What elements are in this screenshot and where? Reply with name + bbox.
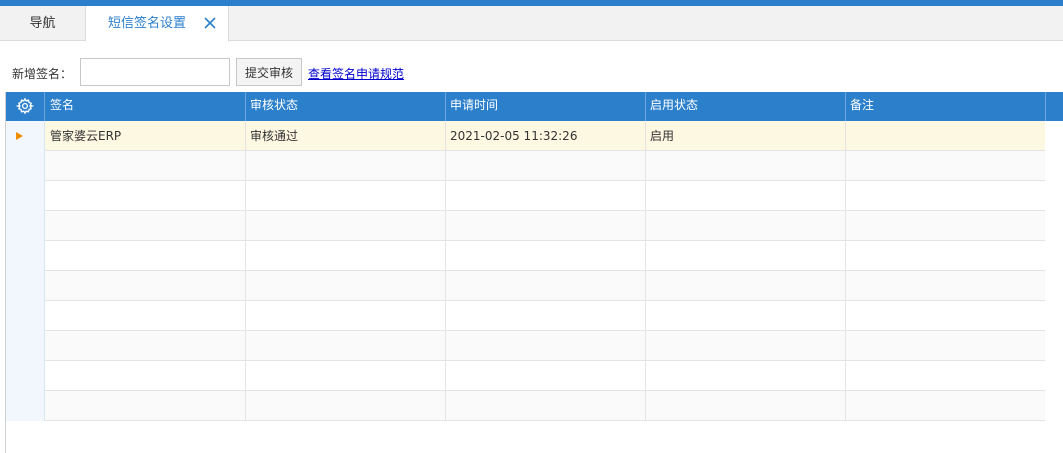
cell-apply-time[interactable] xyxy=(446,151,646,181)
cell-apply-time[interactable] xyxy=(446,331,646,361)
column-header-apply-time[interactable]: 申请时间 xyxy=(446,92,646,121)
cell-audit-status[interactable] xyxy=(246,151,446,181)
table-row[interactable] xyxy=(6,211,1046,241)
toolbar: 新增签名： 提交审核 查看签名申请规范 xyxy=(0,58,1063,86)
cell-apply-time[interactable]: 2021-02-05 11:32:26 xyxy=(446,121,646,151)
tab-label: 短信签名设置 xyxy=(108,16,187,31)
table-row[interactable] xyxy=(6,241,1046,271)
cell-enable-status[interactable] xyxy=(646,151,846,181)
row-header[interactable] xyxy=(6,181,45,211)
grid-right-edge xyxy=(1045,121,1063,421)
grid-settings-cell[interactable] xyxy=(6,92,45,121)
column-header-audit-status[interactable]: 审核状态 xyxy=(246,92,446,121)
cell-remark[interactable] xyxy=(846,151,1046,181)
cell-apply-time[interactable] xyxy=(446,181,646,211)
cell-apply-time[interactable] xyxy=(446,391,646,421)
cell-remark[interactable] xyxy=(846,301,1046,331)
new-signature-label: 新增签名： xyxy=(12,67,73,81)
close-icon[interactable] xyxy=(204,17,216,29)
cell-apply-time[interactable] xyxy=(446,301,646,331)
cell-name[interactable] xyxy=(46,391,246,421)
row-header[interactable] xyxy=(6,331,45,361)
cell-remark[interactable] xyxy=(846,181,1046,211)
cell-enable-status[interactable] xyxy=(646,271,846,301)
submit-review-button[interactable]: 提交审核 xyxy=(236,58,302,86)
table-row[interactable] xyxy=(6,301,1046,331)
cell-remark[interactable] xyxy=(846,241,1046,271)
table-row[interactable] xyxy=(6,181,1046,211)
row-header[interactable] xyxy=(6,361,45,391)
cell-enable-status[interactable] xyxy=(646,391,846,421)
cell-name[interactable] xyxy=(46,301,246,331)
column-header-signature[interactable]: 签名 xyxy=(46,92,246,121)
cell-remark[interactable] xyxy=(846,211,1046,241)
cell-remark[interactable] xyxy=(846,331,1046,361)
table-row[interactable]: 管家婆云ERP 审核通过 2021-02-05 11:32:26 启用 xyxy=(6,121,1046,151)
cell-enable-status[interactable] xyxy=(646,301,846,331)
cell-audit-status[interactable] xyxy=(246,331,446,361)
cell-name[interactable] xyxy=(46,211,246,241)
signature-input[interactable] xyxy=(80,58,230,86)
tab-sms-signature-settings[interactable]: 短信签名设置 xyxy=(86,6,229,42)
tab-navigation[interactable]: 导航 xyxy=(0,6,86,41)
table-row[interactable] xyxy=(6,361,1046,391)
cell-audit-status[interactable] xyxy=(246,361,446,391)
cell-audit-status[interactable] xyxy=(246,271,446,301)
cell-audit-status[interactable] xyxy=(246,391,446,421)
row-arrow-icon xyxy=(16,132,23,140)
row-header[interactable] xyxy=(6,271,45,301)
signature-grid: 签名 审核状态 申请时间 启用状态 备注 管家婆云ERP 审核通过 2021-02-… xyxy=(5,92,1063,453)
cell-apply-time[interactable] xyxy=(446,241,646,271)
row-header[interactable] xyxy=(6,151,45,181)
cell-enable-status[interactable] xyxy=(646,331,846,361)
cell-apply-time[interactable] xyxy=(446,361,646,391)
cell-enable-status[interactable] xyxy=(646,181,846,211)
cell-audit-status[interactable] xyxy=(246,241,446,271)
cell-name[interactable] xyxy=(46,361,246,391)
cell-remark[interactable] xyxy=(846,361,1046,391)
tab-bar: 导航 短信签名设置 xyxy=(0,6,1063,42)
cell-audit-status[interactable] xyxy=(246,181,446,211)
cell-enable-status[interactable] xyxy=(646,361,846,391)
cell-apply-time[interactable] xyxy=(446,271,646,301)
cell-name[interactable] xyxy=(46,181,246,211)
cell-remark[interactable] xyxy=(846,391,1046,421)
view-signature-rules-link[interactable]: 查看签名申请规范 xyxy=(308,65,404,82)
cell-name[interactable] xyxy=(46,151,246,181)
cell-name[interactable] xyxy=(46,331,246,361)
row-header[interactable] xyxy=(6,241,45,271)
cell-audit-status[interactable] xyxy=(246,211,446,241)
column-header-remark[interactable]: 备注 xyxy=(846,92,1046,121)
cell-remark[interactable] xyxy=(846,121,1046,151)
cell-enable-status[interactable] xyxy=(646,211,846,241)
row-header[interactable] xyxy=(6,121,45,151)
gear-icon[interactable] xyxy=(16,97,34,115)
cell-apply-time[interactable] xyxy=(446,211,646,241)
table-row[interactable] xyxy=(6,271,1046,301)
cell-audit-status[interactable]: 审核通过 xyxy=(246,121,446,151)
table-row[interactable] xyxy=(6,391,1046,421)
table-row[interactable] xyxy=(6,331,1046,361)
row-header[interactable] xyxy=(6,211,45,241)
cell-audit-status[interactable] xyxy=(246,301,446,331)
column-header-enable-status[interactable]: 启用状态 xyxy=(646,92,846,121)
cell-name[interactable] xyxy=(46,241,246,271)
cell-name[interactable] xyxy=(46,271,246,301)
table-row[interactable] xyxy=(6,151,1046,181)
cell-name[interactable]: 管家婆云ERP xyxy=(46,121,246,151)
row-header[interactable] xyxy=(6,391,45,421)
cell-enable-status[interactable]: 启用 xyxy=(646,121,846,151)
grid-header: 签名 审核状态 申请时间 启用状态 备注 xyxy=(6,92,1063,121)
cell-enable-status[interactable] xyxy=(646,241,846,271)
row-header[interactable] xyxy=(6,301,45,331)
cell-remark[interactable] xyxy=(846,271,1046,301)
